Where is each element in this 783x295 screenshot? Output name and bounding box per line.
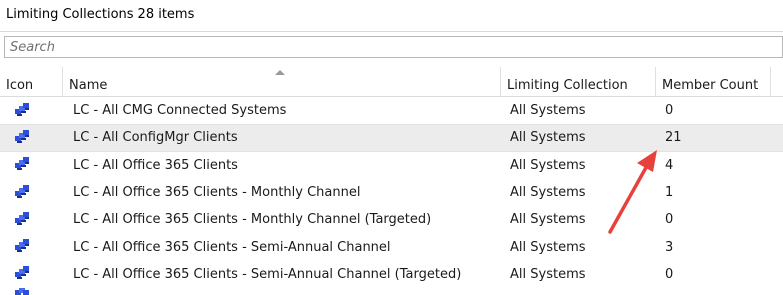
column-header-limiting-collection[interactable]: Limiting Collection <box>501 67 655 96</box>
row-limiting-collection: All Systems <box>510 157 586 173</box>
title-bar: Limiting Collections 28 items <box>0 0 783 32</box>
table-row[interactable]: LC - All Office 365 Clients - Semi-Annua… <box>0 261 783 288</box>
row-member-count: 0 <box>665 103 674 119</box>
collection-icon <box>15 288 29 295</box>
item-count: 28 items <box>137 7 195 22</box>
row-name: LC - All Office 365 Clients - Semi-Annua… <box>73 239 391 255</box>
collection-icon <box>15 184 29 198</box>
row-name: LC - All ConfigMgr Clients <box>73 130 238 146</box>
collection-icon <box>15 239 29 253</box>
row-member-count: 0 <box>665 212 674 228</box>
collection-list: LC - All CMG Connected Systems All Syste… <box>0 97 783 288</box>
pane-title: Limiting Collections 28 items <box>6 7 194 22</box>
row-icon-cell <box>14 125 34 150</box>
collection-icon <box>15 266 29 280</box>
row-member-count: 4 <box>665 157 674 173</box>
column-header-member-count[interactable]: Member Count <box>656 67 770 96</box>
row-icon-cell <box>14 233 34 260</box>
row-name: LC - All Office 365 Clients - Semi-Annua… <box>73 266 462 282</box>
row-limiting-collection: All Systems <box>510 185 586 201</box>
row-member-count: 1 <box>665 185 674 201</box>
row-limiting-collection: All Systems <box>510 239 586 255</box>
row-name: LC - All CMG Connected Systems <box>73 103 287 119</box>
table-row[interactable]: LC - All ConfigMgr Clients All Systems 2… <box>0 124 783 152</box>
collections-pane: Limiting Collections28 items Icon Name L… <box>0 0 783 295</box>
row-name: LC - All Office 365 Clients - Monthly Ch… <box>73 185 361 201</box>
row-icon-cell <box>14 206 34 233</box>
row-limiting-collection: All Systems <box>510 266 586 282</box>
row-limiting-collection: All Systems <box>510 212 586 228</box>
table-row[interactable]: LC - All Office 365 Clients - Semi-Annua… <box>0 233 783 260</box>
column-header-icon[interactable]: Icon <box>0 67 62 96</box>
row-icon-cell <box>14 152 34 179</box>
row-member-count: 3 <box>665 239 674 255</box>
search-input[interactable] <box>5 37 782 57</box>
table-row[interactable]: LC - All Office 365 Clients - Monthly Ch… <box>0 179 783 206</box>
collection-icon <box>15 102 29 116</box>
row-limiting-collection: All Systems <box>510 103 586 119</box>
column-header-row: Icon Name Limiting Collection Member Cou… <box>0 67 783 97</box>
search-box[interactable] <box>4 36 783 58</box>
column-divider[interactable] <box>770 67 771 96</box>
column-header-name[interactable]: Name <box>63 67 500 96</box>
row-icon-cell <box>14 97 34 124</box>
collection-icon <box>15 211 29 225</box>
row-icon-cell <box>14 261 34 288</box>
row-limiting-collection: All Systems <box>510 130 586 146</box>
row-name: LC - All Office 365 Clients - Monthly Ch… <box>73 212 432 228</box>
row-member-count: 0 <box>665 266 674 282</box>
row-name: LC - All Office 365 Clients <box>73 157 238 173</box>
table-row[interactable]: LC - All Office 365 Clients - Monthly Ch… <box>0 206 783 233</box>
row-member-count: 21 <box>665 130 682 146</box>
collection-icon <box>15 157 29 171</box>
pane-title-text: Limiting Collections <box>6 7 134 22</box>
row-icon-cell <box>14 179 34 206</box>
collection-icon <box>15 129 29 143</box>
table-row[interactable]: LC - All CMG Connected Systems All Syste… <box>0 97 783 124</box>
table-row[interactable]: LC - All Office 365 Clients All Systems … <box>0 152 783 179</box>
